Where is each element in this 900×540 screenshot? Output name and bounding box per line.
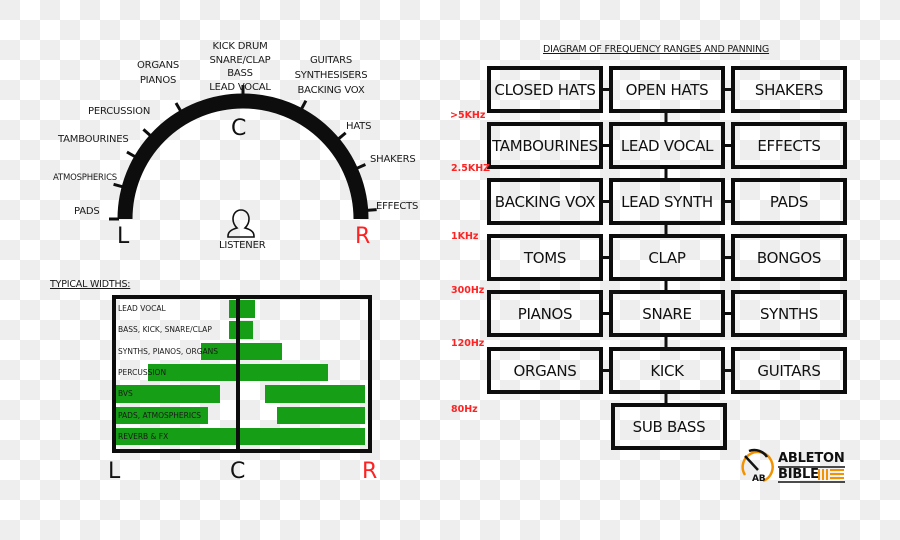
logo-equalizer-icon [818,469,844,480]
logo-mark-text: AB [752,474,766,484]
logo-line1: ABLETON [778,451,845,466]
ableton-bible-logo [741,448,845,483]
logo-line2: BIBLE [778,467,819,482]
